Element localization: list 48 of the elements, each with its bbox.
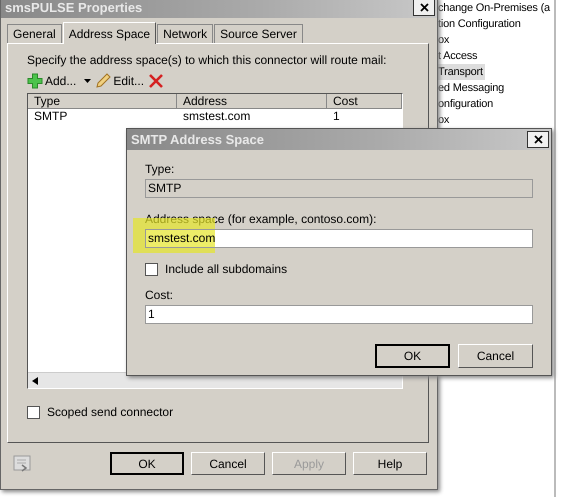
navigation-item[interactable]: ed Messaging [438,80,506,96]
instruction-text: Specify the address space(s) to which this connector will route mail: [27,53,388,67]
field-label: Address space (for example, contoso.com): [145,212,378,226]
field-label: Cost: [145,288,174,302]
tab[interactable]: General [7,24,62,43]
dialog-button[interactable]: Cancel [458,344,533,368]
column-header[interactable]: Cost [327,94,402,109]
edit-button[interactable]: Edit... [95,73,148,89]
tab[interactable]: Network [157,24,214,43]
checkbox-label: Scoped send connector [47,405,174,419]
add-button[interactable]: Add... [27,73,80,89]
field-label: Type: [145,162,176,176]
close-icon [420,3,428,12]
plus-icon [27,73,43,89]
navigation-item[interactable]: ox [438,32,452,48]
navigation-item[interactable]: onfiguration [438,96,496,112]
pencil-icon [95,73,112,89]
window-title: smsPULSE Properties [5,0,142,15]
table-cell-text: 1 [332,109,341,123]
input-field[interactable]: smstest.com [145,229,533,248]
checkbox[interactable] [145,262,158,276]
navigation-item[interactable]: t Access [438,48,480,64]
column-header[interactable]: Type [28,94,177,109]
caret-icon [84,79,92,83]
navigation-item[interactable]: Transport [438,64,485,80]
tab[interactable]: Source Server [214,24,303,43]
table-cell-text: SMTP [33,109,68,123]
scroll-left-icon [32,376,38,384]
checkbox[interactable] [27,406,40,418]
close-icon [534,135,542,144]
navigation-item[interactable]: ox [438,112,452,128]
close-button[interactable] [413,0,435,16]
delete-icon [148,73,164,89]
input-field[interactable]: 1 [145,305,533,324]
checkbox-label: Include all subdomains [165,262,288,276]
dialog-button[interactable]: Cancel [191,452,265,475]
tab[interactable]: Address Space [62,22,156,44]
dialog-button[interactable]: Help [353,452,427,475]
column-header[interactable]: Address [177,94,327,109]
navigation-item[interactable]: tion Configuration [438,16,523,32]
dialog-button[interactable]: OK [110,452,184,475]
console-icon [13,454,33,472]
close-button[interactable] [527,131,549,148]
dialog-button[interactable]: OK [375,344,450,368]
navigation-item[interactable]: change On-Premises (a [438,0,552,16]
table-cell-text: smstest.com [182,109,252,123]
window-title: SMTP Address Space [131,132,264,147]
type-field[interactable]: SMTP [145,179,533,198]
